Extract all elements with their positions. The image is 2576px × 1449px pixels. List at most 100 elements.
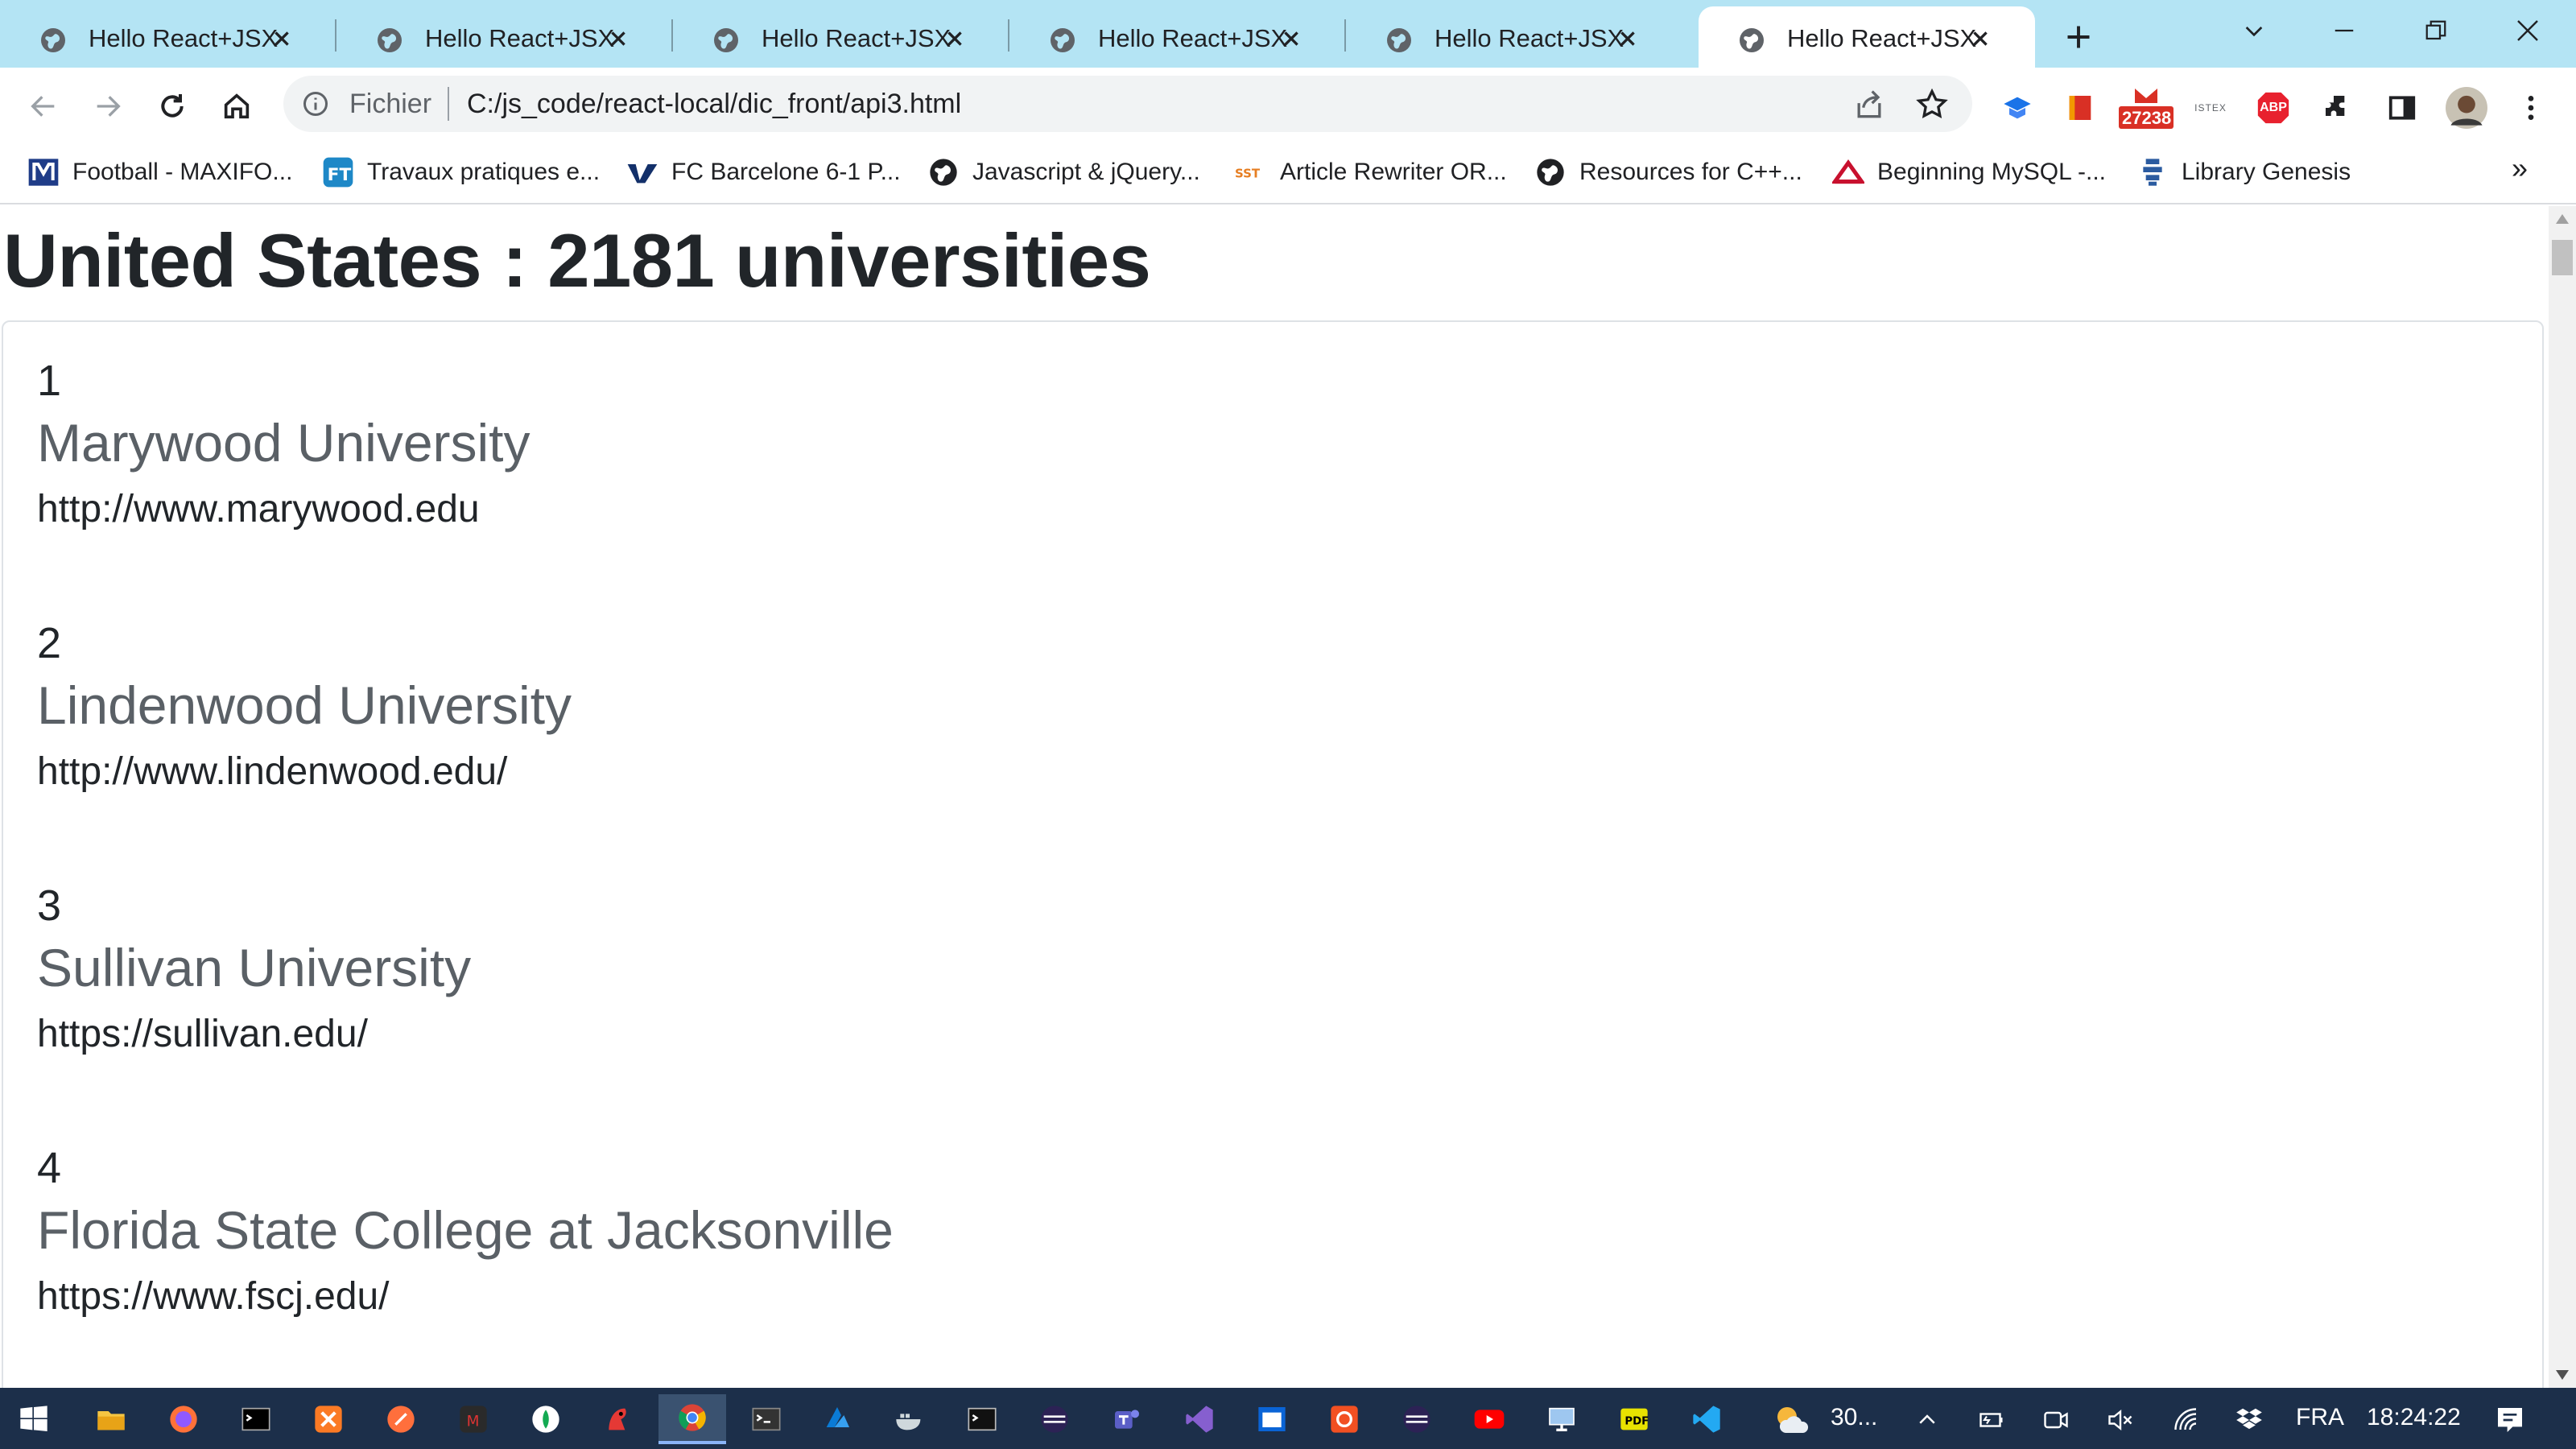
terminal-icon: [242, 1407, 270, 1431]
globe-icon: [930, 159, 957, 186]
extension-istex-icon[interactable]: ISTEX: [2186, 87, 2235, 129]
extension-abp-icon[interactable]: ABP: [2252, 87, 2294, 129]
wifi-icon[interactable]: [2170, 1404, 2202, 1436]
taskbar-eclipse[interactable]: [1021, 1394, 1088, 1444]
extension-graduation-icon[interactable]: [1996, 87, 2038, 129]
close-tab-icon[interactable]: [266, 23, 298, 55]
university-url[interactable]: http://www.lindenwood.edu/: [37, 744, 572, 800]
taskbar-console[interactable]: [733, 1394, 800, 1444]
taskbar-visual-studio[interactable]: [1166, 1394, 1233, 1444]
bookmark-item[interactable]: Resources for C++...: [1534, 153, 1802, 192]
start-button[interactable]: [0, 1394, 68, 1444]
chevron-up-icon[interactable]: [1911, 1404, 1943, 1436]
chevron-down-icon: [2245, 27, 2263, 37]
extensions-puzzle-icon[interactable]: [2317, 87, 2359, 129]
info-icon[interactable]: [301, 89, 330, 118]
mysql-icon: [1832, 159, 1864, 184]
taskbar-youtube[interactable]: [1455, 1394, 1523, 1444]
vertical-scrollbar[interactable]: [2549, 206, 2576, 1388]
bookmarks-bar: Football - MAXIFO... FT Travaux pratique…: [0, 142, 2576, 204]
back-button[interactable]: [21, 84, 66, 129]
meet-now-icon[interactable]: [2040, 1404, 2072, 1436]
weather-temperature[interactable]: 30...: [1831, 1404, 1877, 1431]
taskbar-sublime[interactable]: [367, 1394, 435, 1444]
bookmark-item[interactable]: FT Travaux pratiques e...: [322, 153, 600, 192]
taskbar-file-explorer[interactable]: [77, 1394, 145, 1444]
close-tab-icon[interactable]: [1612, 23, 1644, 55]
sublime-icon: [387, 1406, 415, 1433]
scroll-thumb[interactable]: [2552, 240, 2573, 275]
arrow-right-icon: [97, 96, 121, 117]
university-item: 3 Sullivan University https://sullivan.e…: [37, 879, 471, 1063]
profile-avatar[interactable]: [2446, 87, 2487, 129]
taskbar-teams[interactable]: [1093, 1394, 1161, 1444]
browser-tab-active[interactable]: Hello React+JSX: [1699, 6, 2035, 68]
input-language[interactable]: FRA: [2296, 1404, 2344, 1431]
bookmark-item[interactable]: SST Article Rewriter OR...: [1235, 153, 1507, 192]
browser-tab[interactable]: Hello React+JSX: [1009, 6, 1346, 68]
close-tab-icon[interactable]: [939, 23, 971, 55]
taskbar-app-window[interactable]: [1238, 1394, 1306, 1444]
clock-time[interactable]: 18:24:22: [2367, 1404, 2461, 1431]
university-url[interactable]: http://www.marywood.edu: [37, 481, 530, 538]
taskbar-pdf[interactable]: PDF: [1600, 1394, 1668, 1444]
svg-text:FT: FT: [328, 165, 352, 185]
close-tab-icon[interactable]: [1275, 23, 1307, 55]
university-url[interactable]: https://www.fscj.edu/: [37, 1269, 894, 1325]
bookmark-item[interactable]: FC Barcelone 6-1 P...: [626, 153, 901, 192]
close-tab-icon[interactable]: [1964, 23, 1996, 55]
side-panel-icon[interactable]: [2381, 87, 2423, 129]
browser-tab[interactable]: Hello React+JSX: [1346, 6, 1682, 68]
battery-icon[interactable]: [1975, 1404, 2008, 1436]
taskbar-photo-app[interactable]: [1311, 1394, 1378, 1444]
star-icon[interactable]: [1914, 87, 1950, 122]
taskbar-vscode[interactable]: [1673, 1394, 1740, 1444]
taskbar-parrot[interactable]: [584, 1394, 652, 1444]
new-tab-button[interactable]: [2058, 16, 2099, 58]
browser-tab[interactable]: Hello React+JSX: [673, 6, 1009, 68]
bookmark-item[interactable]: Beginning MySQL -...: [1832, 153, 2106, 192]
chrome-icon: [679, 1404, 706, 1431]
reload-button[interactable]: [150, 84, 195, 129]
address-bar[interactable]: Fichier C:/js_code/react-local/dic_front…: [283, 76, 1972, 132]
scroll-down-arrow-icon[interactable]: [2556, 1370, 2569, 1380]
bookmarks-overflow-button[interactable]: »: [2512, 151, 2528, 185]
bookmark-item[interactable]: Javascript & jQuery...: [927, 153, 1200, 192]
globe-icon: [1740, 28, 1764, 52]
browser-tab[interactable]: Hello React+JSX: [336, 6, 673, 68]
restore-button[interactable]: [2412, 11, 2460, 50]
weather-icon[interactable]: [1771, 1404, 1816, 1436]
bookmark-item[interactable]: Library Genesis: [2136, 153, 2351, 192]
taskbar-xampp[interactable]: [295, 1394, 362, 1444]
close-tab-icon[interactable]: [602, 23, 634, 55]
taskbar-mendeley[interactable]: M: [440, 1394, 507, 1444]
taskbar-azure[interactable]: [803, 1394, 871, 1444]
taskbar-mongodb[interactable]: [512, 1394, 580, 1444]
scroll-up-arrow-icon[interactable]: [2556, 214, 2569, 224]
minimize-button[interactable]: [2320, 11, 2368, 50]
volume-muted-icon[interactable]: [2104, 1404, 2136, 1436]
taskbar-eclipse-2[interactable]: [1383, 1394, 1451, 1444]
parrot-icon: [609, 1408, 626, 1430]
bookmark-label: Javascript & jQuery...: [972, 159, 1200, 185]
taskbar-firefox[interactable]: [150, 1394, 217, 1444]
extension-gmail-icon[interactable]: 27238: [2117, 87, 2175, 129]
forward-button[interactable]: [85, 84, 130, 129]
taskbar-chrome[interactable]: [658, 1394, 726, 1444]
notification-center-icon[interactable]: [2494, 1404, 2526, 1436]
taskbar-network-app[interactable]: [1528, 1394, 1596, 1444]
url-text[interactable]: C:/js_code/react-local/dic_front/api3.ht…: [467, 89, 961, 120]
taskbar-cmd[interactable]: [948, 1394, 1016, 1444]
bookmark-item[interactable]: Football - MAXIFO...: [27, 153, 292, 192]
university-url[interactable]: https://sullivan.edu/: [37, 1006, 471, 1063]
tab-search-button[interactable]: [2230, 11, 2278, 50]
menu-dots-icon[interactable]: [2510, 87, 2552, 129]
taskbar-terminal[interactable]: [222, 1394, 290, 1444]
home-button[interactable]: [214, 84, 259, 129]
browser-tab[interactable]: Hello React+JSX: [0, 6, 336, 68]
dropbox-icon[interactable]: [2233, 1404, 2265, 1436]
close-window-button[interactable]: [2504, 11, 2552, 50]
share-icon[interactable]: [1852, 87, 1887, 122]
taskbar-docker[interactable]: [876, 1394, 943, 1444]
extension-book-icon[interactable]: [2059, 87, 2101, 129]
